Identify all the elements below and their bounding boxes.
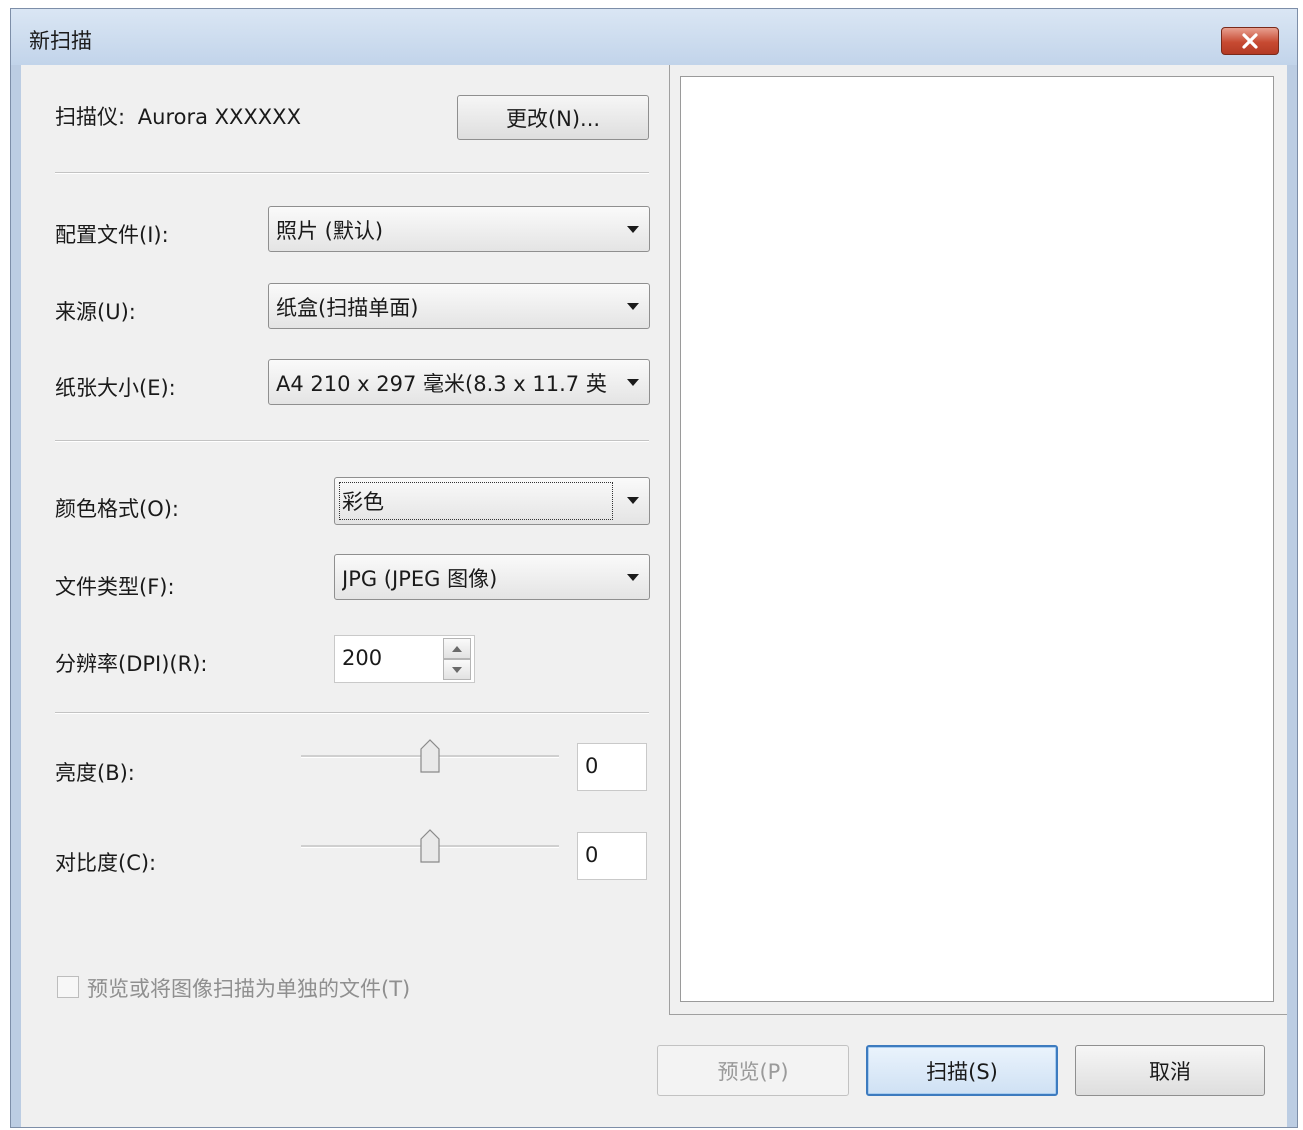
profile-value: 照片 (默认): [276, 219, 384, 243]
separator: [55, 172, 649, 174]
spin-down-icon: [452, 666, 462, 673]
brightness-value: 0: [585, 754, 599, 778]
resolution-label: 分辨率(DPI)(R):: [55, 652, 208, 676]
title-bar[interactable]: 新扫描: [11, 9, 1297, 65]
paper-size-value: A4 210 x 297 毫米(8.3 x 11.7 英: [276, 372, 607, 396]
separator: [55, 440, 649, 442]
chevron-down-icon: [627, 226, 639, 233]
chevron-down-icon: [627, 497, 639, 504]
paper-size-label: 纸张大小(E):: [55, 376, 176, 400]
paper-size-dropdown[interactable]: A4 210 x 297 毫米(8.3 x 11.7 英: [268, 359, 650, 405]
chevron-down-icon: [627, 574, 639, 581]
source-dropdown[interactable]: 纸盒(扫描单面): [268, 283, 650, 329]
separate-files-label: 预览或将图像扫描为单独的文件(T): [87, 977, 411, 1001]
spin-up-button[interactable]: [443, 638, 471, 659]
source-value: 纸盒(扫描单面): [276, 296, 419, 320]
separate-files-checkbox[interactable]: [57, 976, 79, 998]
preview-canvas: [680, 76, 1274, 1002]
file-type-label: 文件类型(F):: [55, 575, 175, 599]
preview-button[interactable]: 预览(P): [657, 1045, 849, 1096]
contrast-slider[interactable]: [301, 827, 561, 867]
preview-pane: [669, 65, 1287, 1015]
separator: [55, 712, 649, 714]
profile-dropdown[interactable]: 照片 (默认): [268, 206, 650, 252]
resolution-input[interactable]: 200: [334, 635, 475, 683]
settings-pane: 扫描仪: Aurora XXXXXX 更改(N)... 配置文件(I): 照片 …: [21, 65, 669, 1015]
brightness-label: 亮度(B):: [55, 761, 135, 785]
scan-dialog: 新扫描 扫描仪: Aurora XXXXXX 更改(N)... 配置文件(I):…: [10, 8, 1298, 1128]
contrast-label: 对比度(C):: [55, 851, 157, 875]
change-scanner-button[interactable]: 更改(N)...: [457, 95, 649, 140]
color-format-dropdown[interactable]: 彩色: [334, 477, 650, 525]
scanner-name: Aurora XXXXXX: [137, 105, 301, 129]
dialog-client-area: 扫描仪: Aurora XXXXXX 更改(N)... 配置文件(I): 照片 …: [21, 65, 1287, 1127]
cancel-button[interactable]: 取消: [1075, 1045, 1265, 1096]
close-icon: [1242, 33, 1258, 49]
close-button[interactable]: [1221, 27, 1279, 55]
slider-thumb-icon[interactable]: [420, 739, 440, 773]
spin-down-button[interactable]: [443, 659, 471, 680]
spin-up-icon: [452, 645, 462, 652]
brightness-input[interactable]: 0: [577, 743, 647, 791]
brightness-slider[interactable]: [301, 737, 561, 777]
file-type-value: JPG (JPEG 图像): [342, 567, 498, 591]
scanner-label: 扫描仪:: [55, 105, 126, 129]
source-label: 来源(U):: [55, 300, 136, 324]
contrast-value: 0: [585, 843, 599, 867]
scanner-row: 扫描仪: Aurora XXXXXX: [55, 101, 301, 131]
color-format-value: 彩色: [342, 490, 384, 514]
profile-label: 配置文件(I):: [55, 223, 169, 247]
chevron-down-icon: [627, 303, 639, 310]
color-format-label: 颜色格式(O):: [55, 497, 179, 521]
file-type-dropdown[interactable]: JPG (JPEG 图像): [334, 554, 650, 600]
resolution-value: 200: [342, 646, 383, 670]
chevron-down-icon: [627, 379, 639, 386]
scan-button[interactable]: 扫描(S): [866, 1045, 1058, 1096]
window-title: 新扫描: [29, 29, 92, 53]
slider-thumb-icon[interactable]: [420, 829, 440, 863]
contrast-input[interactable]: 0: [577, 832, 647, 880]
